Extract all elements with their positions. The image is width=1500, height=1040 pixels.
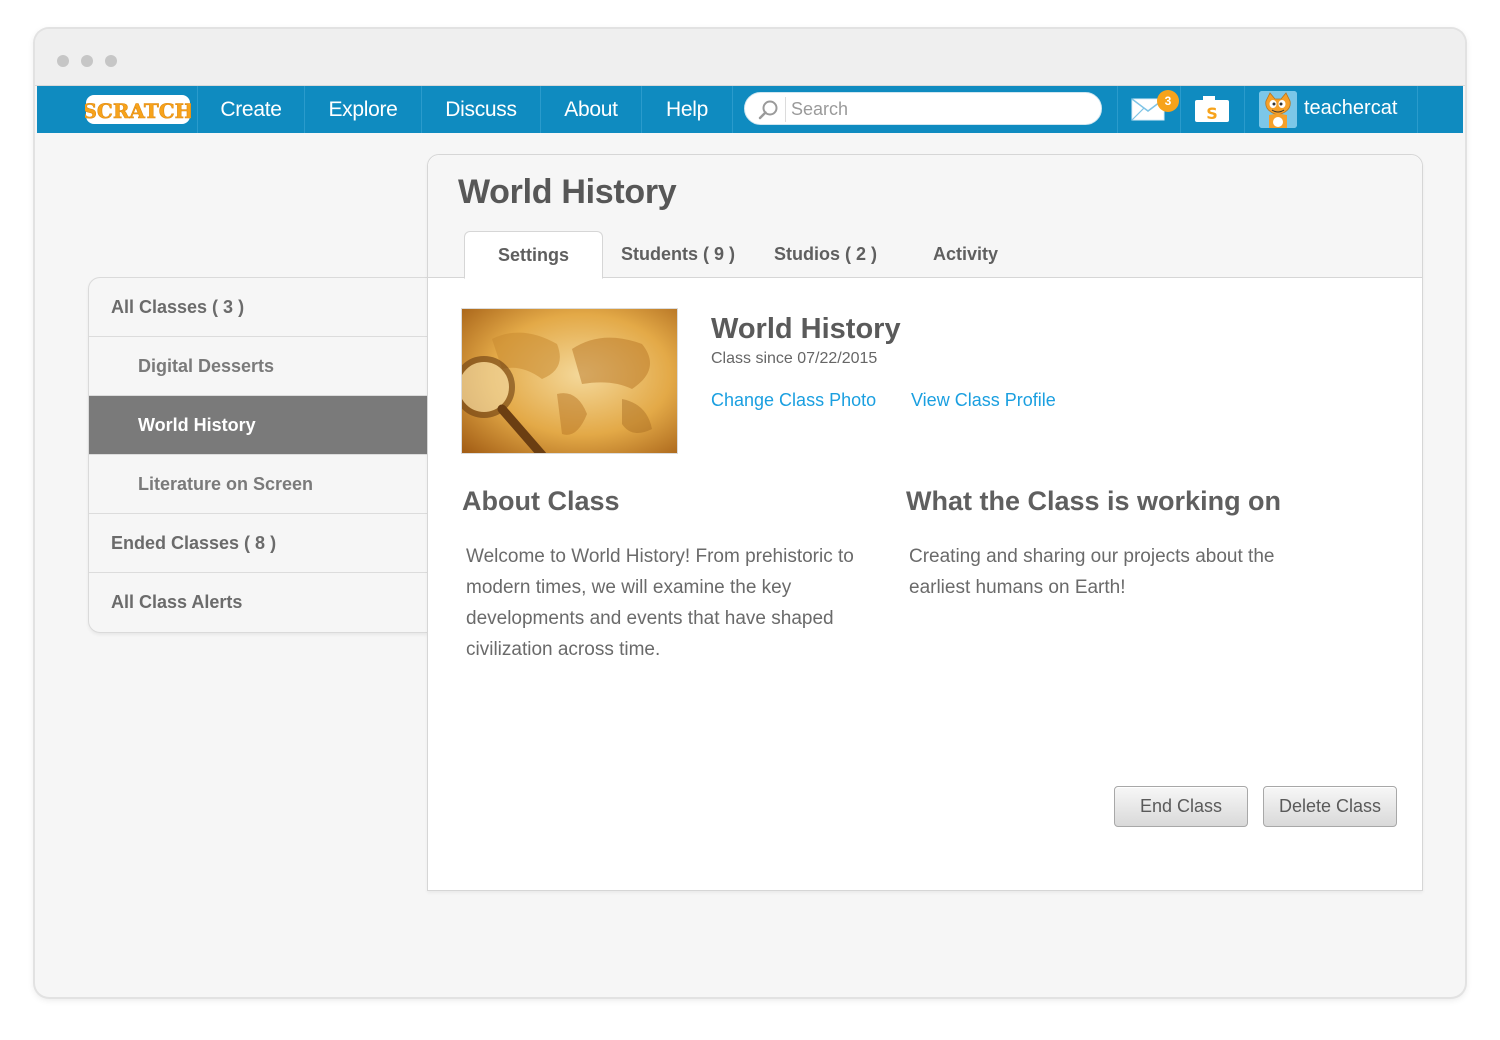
view-class-profile-link[interactable]: View Class Profile — [911, 390, 1056, 411]
class-photo — [461, 308, 678, 454]
class-name: World History — [711, 313, 901, 345]
nav-about[interactable]: About — [541, 86, 641, 133]
class-settings-panel: World History Settings Students ( 9 ) St… — [427, 154, 1423, 891]
nav-help[interactable]: Help — [642, 86, 732, 133]
username-menu[interactable]: teachercat — [1304, 86, 1397, 133]
sidebar-item-all-classes[interactable]: All Classes ( 3 ) — [89, 278, 428, 337]
search-input[interactable] — [791, 96, 1091, 123]
sidebar-item-all-class-alerts[interactable]: All Class Alerts — [89, 573, 428, 632]
search-divider — [785, 97, 786, 122]
classes-sidebar: All Classes ( 3 ) Digital Desserts World… — [88, 277, 428, 633]
end-class-button[interactable]: End Class — [1114, 786, 1248, 827]
page-title: World History — [458, 173, 677, 211]
top-navbar: SCRATCH Create Explore Discuss About Hel… — [37, 86, 1463, 133]
nav-divider — [1117, 86, 1118, 133]
browser-window: SCRATCH Create Explore Discuss About Hel… — [35, 29, 1465, 997]
delete-class-button[interactable]: Delete Class — [1263, 786, 1397, 827]
window-minimize-button[interactable] — [81, 55, 93, 67]
window-close-button[interactable] — [57, 55, 69, 67]
nav-divider — [1417, 86, 1418, 133]
window-maximize-button[interactable] — [105, 55, 117, 67]
about-class-text: Welcome to World History! From prehistor… — [466, 546, 854, 660]
sidebar-item-world-history[interactable]: World History — [89, 396, 428, 455]
sidebar-item-digital-desserts[interactable]: Digital Desserts — [89, 337, 428, 396]
search-box[interactable] — [744, 92, 1102, 125]
search-icon — [757, 99, 779, 121]
panel-header: World History Settings Students ( 9 ) St… — [428, 155, 1422, 279]
working-on-heading: What the Class is working on — [906, 486, 1282, 516]
folder-icon[interactable]: S — [1194, 94, 1230, 124]
about-class-heading: About Class — [462, 486, 620, 516]
scratch-logo[interactable]: SCRATCH — [82, 93, 194, 126]
change-class-photo-link[interactable]: Change Class Photo — [711, 390, 876, 411]
nav-divider — [732, 86, 733, 133]
messages-count-badge: 3 — [1157, 90, 1179, 112]
svg-text:S: S — [1206, 104, 1218, 123]
window-titlebar — [35, 29, 1465, 86]
sidebar-item-ended-classes[interactable]: Ended Classes ( 8 ) — [89, 514, 428, 573]
tab-students[interactable]: Students ( 9 ) — [613, 231, 743, 279]
nav-discuss[interactable]: Discuss — [422, 86, 540, 133]
avatar[interactable] — [1259, 91, 1297, 128]
nav-divider — [1244, 86, 1245, 133]
class-since-date: Class since 07/22/2015 — [711, 350, 878, 367]
working-on-text: Creating and sharing our projects about … — [909, 546, 1275, 598]
sidebar-item-literature-on-screen[interactable]: Literature on Screen — [89, 455, 428, 514]
nav-create[interactable]: Create — [198, 86, 304, 133]
nav-divider — [1180, 86, 1181, 133]
tab-activity[interactable]: Activity — [918, 231, 1013, 279]
tab-settings[interactable]: Settings — [464, 231, 603, 279]
svg-text:SCRATCH: SCRATCH — [85, 99, 191, 123]
tab-studios[interactable]: Studios ( 2 ) — [763, 231, 888, 279]
nav-explore[interactable]: Explore — [305, 86, 421, 133]
